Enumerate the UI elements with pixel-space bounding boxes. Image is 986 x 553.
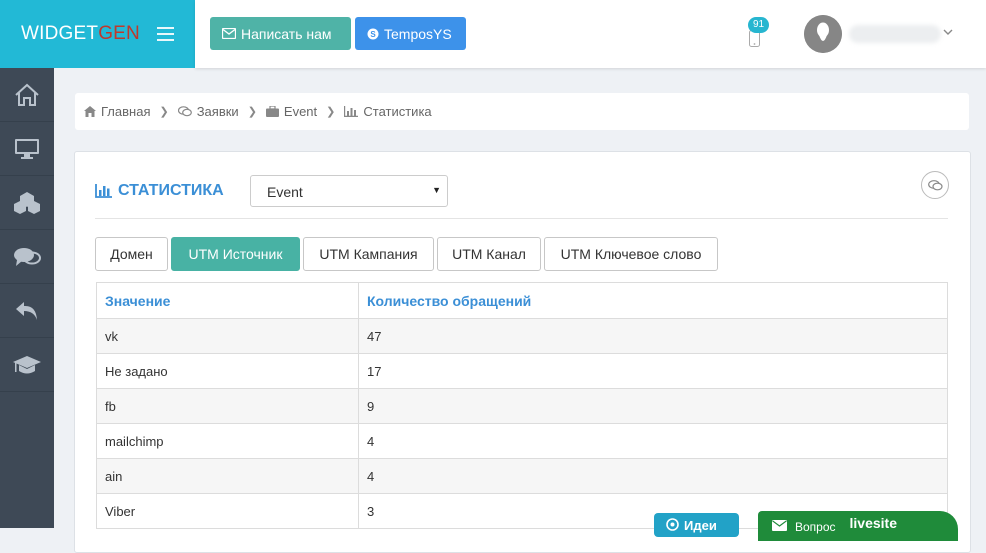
monitor-icon bbox=[15, 138, 39, 159]
divider bbox=[95, 218, 948, 219]
lightbulb-icon bbox=[666, 518, 679, 531]
livesite-logo: livesite bbox=[849, 515, 898, 531]
bar-chart-icon bbox=[95, 184, 112, 198]
menu-toggle-icon[interactable] bbox=[157, 27, 174, 41]
table-row: Не задано 17 bbox=[96, 353, 948, 389]
home-icon bbox=[84, 106, 96, 117]
ideas-widget-button[interactable]: Идеи bbox=[654, 513, 739, 537]
cell-count: 17 bbox=[358, 353, 948, 389]
breadcrumb-separator: ❯ bbox=[247, 106, 257, 118]
sidebar-item-chats[interactable] bbox=[0, 230, 54, 284]
comments-icon bbox=[14, 247, 41, 266]
column-header-value[interactable]: Значение bbox=[96, 282, 359, 319]
page-title: СТАТИСТИКА bbox=[95, 182, 224, 200]
breadcrumb: Главная ❯ Заявки ❯ Event ❯ Статистика bbox=[84, 104, 432, 119]
select-caret-icon: ▼ bbox=[432, 185, 441, 195]
cell-value: fb bbox=[96, 388, 359, 424]
cell-value: vk bbox=[96, 318, 359, 354]
cubes-icon bbox=[14, 191, 40, 214]
write-us-button[interactable]: Написать нам bbox=[210, 17, 351, 50]
table-row: vk 47 bbox=[96, 318, 948, 354]
reply-icon bbox=[16, 301, 37, 320]
avatar[interactable] bbox=[804, 15, 842, 53]
breadcrumb-card: Главная ❯ Заявки ❯ Event ❯ Статистика bbox=[75, 93, 969, 130]
envelope-icon bbox=[222, 28, 236, 39]
notification-badge[interactable]: 91 bbox=[748, 17, 770, 33]
cell-count: 4 bbox=[358, 458, 948, 494]
tab-utm-source[interactable]: UTM Источник bbox=[171, 237, 300, 271]
statistics-panel: СТАТИСТИКА Event ▼ Домен UTM Источник UT… bbox=[74, 151, 971, 553]
tab-utm-campaign[interactable]: UTM Кампания bbox=[303, 237, 434, 271]
column-header-count[interactable]: Количество обращений bbox=[358, 282, 948, 319]
sidebar-item-cubes[interactable] bbox=[0, 176, 54, 230]
cell-count: 9 bbox=[358, 388, 948, 424]
sidebar-item-back[interactable] bbox=[0, 284, 54, 338]
briefcase-icon bbox=[265, 106, 279, 117]
breadcrumb-home[interactable]: Главная bbox=[84, 104, 150, 119]
logo-block: WIDGETGEN bbox=[0, 0, 195, 68]
svg-text:S: S bbox=[370, 30, 376, 39]
chevron-down-icon[interactable] bbox=[943, 28, 953, 36]
breadcrumb-separator: ❯ bbox=[326, 106, 336, 118]
bar-chart-icon bbox=[344, 106, 359, 117]
cell-value: mailchimp bbox=[96, 423, 359, 459]
tab-utm-keyword[interactable]: UTM Ключевое слово bbox=[544, 237, 718, 271]
question-widget-button[interactable]: Вопрос livesite bbox=[758, 511, 958, 541]
sidebar bbox=[0, 68, 54, 528]
cell-value: Не задано bbox=[96, 353, 359, 389]
skype-button[interactable]: S TemposYS bbox=[355, 17, 466, 50]
skype-icon: S bbox=[367, 28, 379, 39]
table-row: ain 4 bbox=[96, 458, 948, 494]
breadcrumb-requests[interactable]: Заявки bbox=[177, 104, 239, 119]
cell-count: 4 bbox=[358, 423, 948, 459]
sidebar-item-home[interactable] bbox=[0, 68, 54, 122]
home-icon bbox=[15, 83, 39, 106]
table-row: mailchimp 4 bbox=[96, 423, 948, 459]
sidebar-item-monitor[interactable] bbox=[0, 122, 54, 176]
top-bar: Написать нам S TemposYS 91 bbox=[195, 0, 986, 68]
breadcrumb-event[interactable]: Event bbox=[265, 104, 317, 119]
cell-value: ain bbox=[96, 458, 359, 494]
breadcrumb-statistics: Статистика bbox=[344, 104, 432, 119]
envelope-icon bbox=[772, 520, 787, 531]
tab-domain[interactable]: Домен bbox=[95, 237, 168, 271]
username-blurred[interactable] bbox=[849, 25, 941, 43]
table-header-row: Значение Количество обращений bbox=[96, 282, 948, 319]
graduation-cap-icon bbox=[13, 355, 41, 373]
event-select[interactable]: Event ▼ bbox=[250, 175, 448, 207]
comments-icon bbox=[177, 106, 192, 117]
tab-utm-channel[interactable]: UTM Канал bbox=[437, 237, 541, 271]
comment-button[interactable] bbox=[921, 171, 949, 199]
user-icon bbox=[804, 15, 842, 53]
brand-logo[interactable]: WIDGETGEN bbox=[21, 23, 140, 45]
statistics-table: Значение Количество обращений vk 47 Не з… bbox=[96, 282, 948, 529]
sidebar-item-education[interactable] bbox=[0, 338, 54, 392]
table-row: fb 9 bbox=[96, 388, 948, 424]
breadcrumb-separator: ❯ bbox=[159, 106, 169, 118]
cell-count: 47 bbox=[358, 318, 948, 354]
comments-icon bbox=[927, 179, 943, 190]
cell-value: Viber bbox=[96, 493, 359, 529]
